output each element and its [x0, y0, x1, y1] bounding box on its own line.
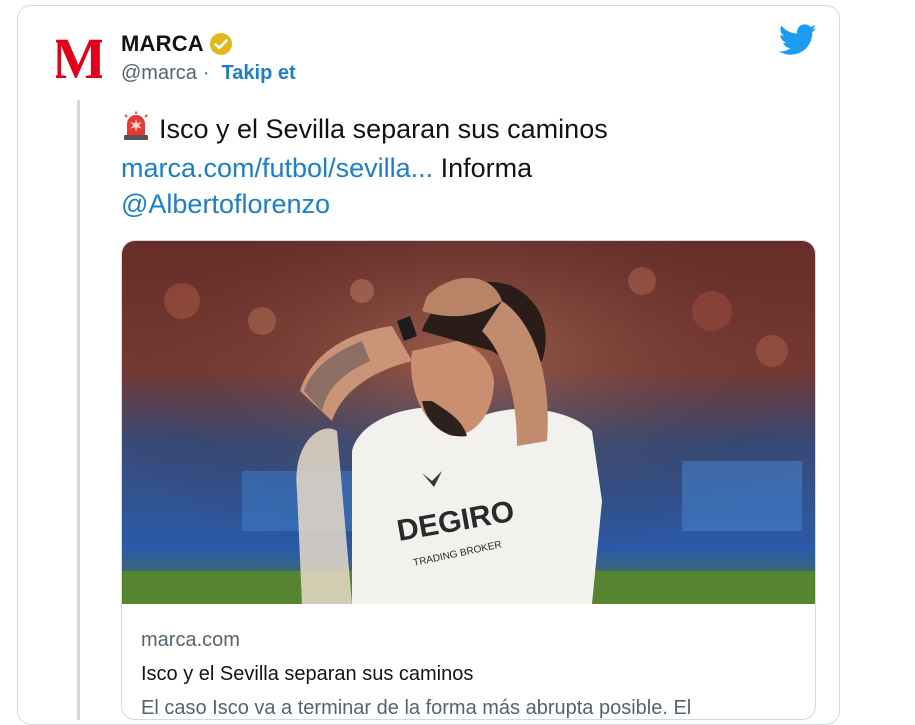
police-siren-icon — [121, 111, 151, 150]
tweet-line-1: Isco y el Sevilla separan sus caminos — [121, 111, 801, 150]
thread-line — [77, 100, 80, 720]
twitter-bird-icon[interactable] — [779, 24, 817, 56]
marca-logo[interactable]: M — [56, 33, 102, 83]
tweet-line-3: @Albertoflorenzo — [121, 186, 801, 222]
link-card-meta: marca.com Isco y el Sevilla separan sus … — [141, 627, 801, 719]
link-preview-card[interactable]: DEGIRO TRADING BROKER marca.com Isco y e… — [121, 240, 816, 720]
mention-link[interactable]: @Albertoflorenzo — [121, 189, 330, 219]
follow-button[interactable]: Takip et — [222, 62, 296, 85]
handle-separator: · — [202, 62, 210, 84]
tweet-text: Isco y el Sevilla separan sus caminos ma… — [121, 111, 801, 222]
link-card-title[interactable]: Isco y el Sevilla separan sus caminos — [141, 661, 801, 687]
tweet-headline: Isco y el Sevilla separan sus caminos — [159, 114, 608, 144]
account-handle[interactable]: @marca — [121, 62, 197, 85]
tweet-informa: Informa — [433, 153, 533, 183]
link-card-domain: marca.com — [141, 629, 240, 651]
handle-row: @marca · Takip et — [121, 62, 296, 85]
account-name-row[interactable]: MARCA — [121, 31, 233, 57]
account-name[interactable]: MARCA — [121, 31, 204, 57]
verified-badge-icon — [209, 32, 233, 56]
tweet-line-2: marca.com/futbol/sevilla... Informa — [121, 150, 801, 186]
marca-logo-letter: M — [56, 33, 102, 83]
article-photo[interactable]: DEGIRO TRADING BROKER — [122, 241, 816, 604]
article-link[interactable]: marca.com/futbol/sevilla... — [121, 153, 433, 183]
